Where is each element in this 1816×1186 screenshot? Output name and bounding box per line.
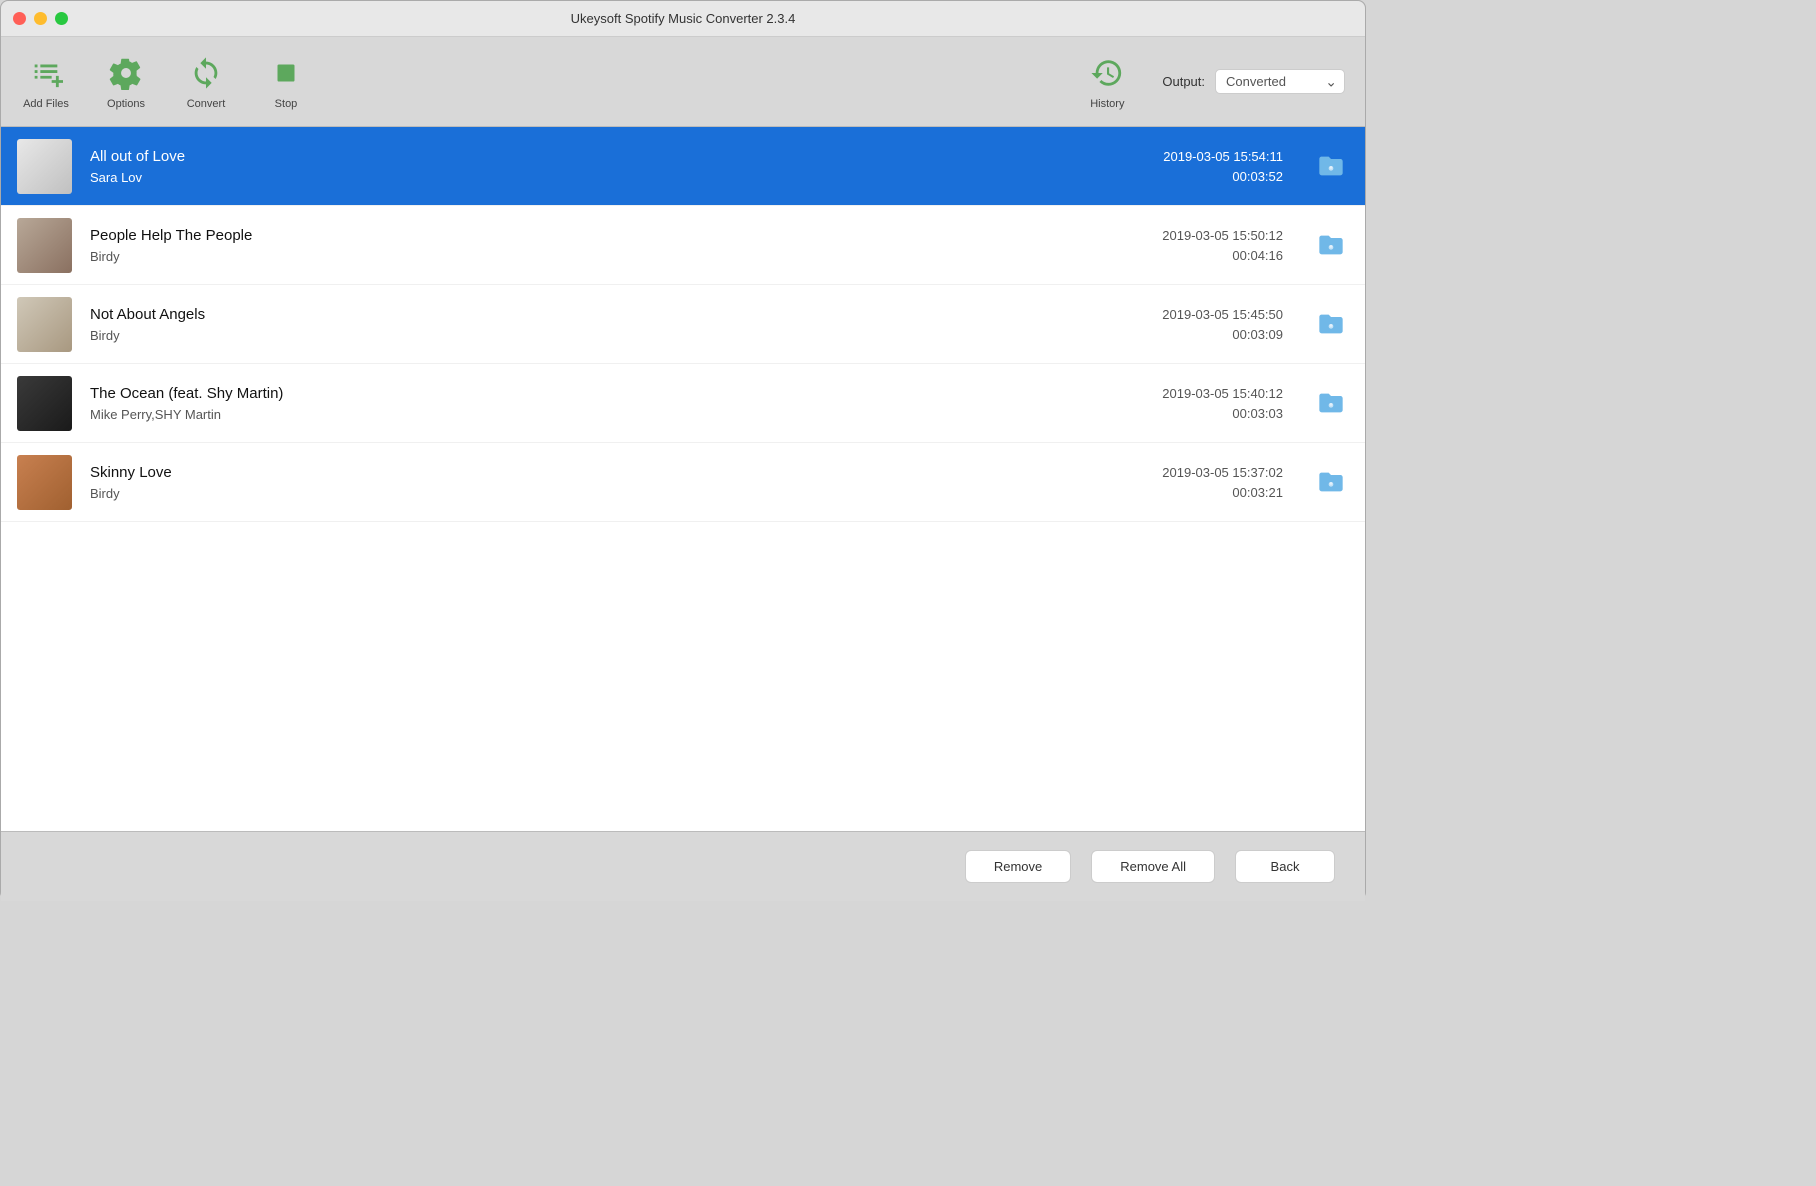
track-meta: 2019-03-05 15:37:02 00:03:21 xyxy=(1083,465,1283,500)
open-folder-icon[interactable] xyxy=(1313,148,1349,184)
track-title: All out of Love xyxy=(90,148,1083,165)
track-duration: 00:04:16 xyxy=(1232,248,1283,263)
track-meta: 2019-03-05 15:40:12 00:03:03 xyxy=(1083,386,1283,421)
track-info: Skinny Love Birdy xyxy=(90,464,1083,501)
track-title: People Help The People xyxy=(90,227,1083,244)
open-folder-icon[interactable] xyxy=(1313,227,1349,263)
track-artist: Birdy xyxy=(90,249,1083,264)
open-folder-icon[interactable] xyxy=(1313,306,1349,342)
track-list: All out of Love Sara Lov 2019-03-05 15:5… xyxy=(1,127,1365,831)
remove-button[interactable]: Remove xyxy=(965,850,1071,883)
output-label: Output: xyxy=(1162,74,1205,89)
track-row[interactable]: Not About Angels Birdy 2019-03-05 15:45:… xyxy=(1,285,1365,364)
track-thumbnail xyxy=(17,297,72,352)
track-artist: Birdy xyxy=(90,486,1083,501)
track-datetime: 2019-03-05 15:40:12 xyxy=(1162,386,1283,401)
add-files-icon xyxy=(27,54,65,92)
track-info: The Ocean (feat. Shy Martin) Mike Perry,… xyxy=(90,385,1083,422)
track-duration: 00:03:09 xyxy=(1232,327,1283,342)
track-info: All out of Love Sara Lov xyxy=(90,148,1083,185)
track-thumbnail xyxy=(17,376,72,431)
output-area: Output: Converted xyxy=(1162,69,1345,94)
window-controls xyxy=(13,12,68,25)
track-title: Skinny Love xyxy=(90,464,1083,481)
toolbar: Add Files Options Convert Stop xyxy=(1,37,1365,127)
stop-icon xyxy=(267,54,305,92)
track-meta: 2019-03-05 15:50:12 00:04:16 xyxy=(1083,228,1283,263)
options-icon xyxy=(107,54,145,92)
history-button[interactable]: History xyxy=(1082,54,1132,110)
track-title: The Ocean (feat. Shy Martin) xyxy=(90,385,1083,402)
open-folder-icon[interactable] xyxy=(1313,385,1349,421)
maximize-button[interactable] xyxy=(55,12,68,25)
track-artist: Birdy xyxy=(90,328,1083,343)
track-datetime: 2019-03-05 15:37:02 xyxy=(1162,465,1283,480)
track-datetime: 2019-03-05 15:45:50 xyxy=(1162,307,1283,322)
output-select-wrapper[interactable]: Converted xyxy=(1215,69,1345,94)
history-label: History xyxy=(1090,98,1124,110)
add-files-label: Add Files xyxy=(23,98,69,110)
track-datetime: 2019-03-05 15:54:11 xyxy=(1163,149,1283,164)
track-row[interactable]: People Help The People Birdy 2019-03-05 … xyxy=(1,206,1365,285)
add-files-button[interactable]: Add Files xyxy=(21,54,71,110)
track-thumbnail xyxy=(17,218,72,273)
track-info: Not About Angels Birdy xyxy=(90,306,1083,343)
back-button[interactable]: Back xyxy=(1235,850,1335,883)
track-artist: Sara Lov xyxy=(90,170,1083,185)
close-button[interactable] xyxy=(13,12,26,25)
track-datetime: 2019-03-05 15:50:12 xyxy=(1162,228,1283,243)
track-info: People Help The People Birdy xyxy=(90,227,1083,264)
track-duration: 00:03:52 xyxy=(1232,169,1283,184)
track-row[interactable]: All out of Love Sara Lov 2019-03-05 15:5… xyxy=(1,127,1365,206)
options-button[interactable]: Options xyxy=(101,54,151,110)
track-artist: Mike Perry,SHY Martin xyxy=(90,407,1083,422)
track-duration: 00:03:03 xyxy=(1232,406,1283,421)
output-select[interactable]: Converted xyxy=(1215,69,1345,94)
track-row[interactable]: The Ocean (feat. Shy Martin) Mike Perry,… xyxy=(1,364,1365,443)
stop-label: Stop xyxy=(275,98,298,110)
convert-label: Convert xyxy=(187,98,226,110)
open-folder-icon[interactable] xyxy=(1313,464,1349,500)
history-icon xyxy=(1088,54,1126,92)
track-meta: 2019-03-05 15:45:50 00:03:09 xyxy=(1083,307,1283,342)
options-label: Options xyxy=(107,98,145,110)
bottom-bar: Remove Remove All Back xyxy=(1,831,1365,901)
track-meta: 2019-03-05 15:54:11 00:03:52 xyxy=(1083,149,1283,184)
track-duration: 00:03:21 xyxy=(1232,485,1283,500)
minimize-button[interactable] xyxy=(34,12,47,25)
track-thumbnail xyxy=(17,139,72,194)
convert-button[interactable]: Convert xyxy=(181,54,231,110)
remove-all-button[interactable]: Remove All xyxy=(1091,850,1215,883)
track-row[interactable]: Skinny Love Birdy 2019-03-05 15:37:02 00… xyxy=(1,443,1365,522)
convert-icon xyxy=(187,54,225,92)
window-title: Ukeysoft Spotify Music Converter 2.3.4 xyxy=(571,11,796,26)
track-title: Not About Angels xyxy=(90,306,1083,323)
title-bar: Ukeysoft Spotify Music Converter 2.3.4 xyxy=(1,1,1365,37)
track-thumbnail xyxy=(17,455,72,510)
stop-button[interactable]: Stop xyxy=(261,54,311,110)
